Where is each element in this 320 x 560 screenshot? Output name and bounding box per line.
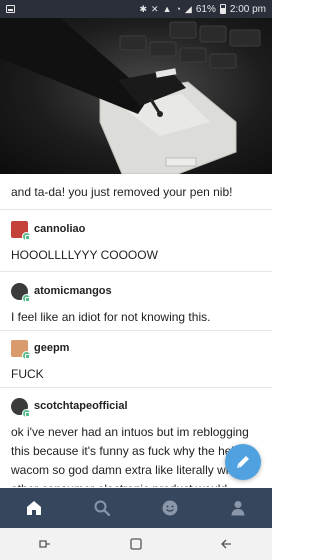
reblog-badge-icon bbox=[22, 408, 31, 418]
reblog-header[interactable]: geepm bbox=[0, 337, 272, 360]
signal-icon: ◢ bbox=[184, 3, 192, 14]
mute-icon: ✕ bbox=[151, 3, 159, 14]
avatar[interactable] bbox=[11, 282, 31, 303]
back-button[interactable] bbox=[207, 528, 247, 560]
nav-activity-button[interactable] bbox=[150, 488, 190, 528]
pencil-icon bbox=[237, 456, 249, 468]
divider bbox=[0, 387, 272, 388]
avatar[interactable] bbox=[11, 397, 31, 418]
reblog-item: atomicmangos I feel like an idiot for no… bbox=[0, 280, 272, 327]
system-nav bbox=[0, 528, 272, 560]
recent-apps-button[interactable] bbox=[25, 528, 65, 560]
back-icon bbox=[220, 539, 231, 549]
home-icon bbox=[27, 501, 41, 515]
lte-icon: ▲ bbox=[162, 3, 172, 14]
status-left bbox=[6, 5, 15, 13]
battery-percent: 61% bbox=[195, 3, 216, 15]
reblog-username[interactable]: scotchtapeofficial bbox=[34, 400, 128, 412]
reblog-item: cannoliao HOOOLLLLYYY COOOOW bbox=[0, 218, 272, 265]
gallery-notification-icon bbox=[6, 5, 15, 13]
wifi-icon: ◔ bbox=[175, 3, 181, 14]
reblog-item: geepm FUCK bbox=[0, 337, 272, 384]
system-home-button[interactable] bbox=[116, 528, 156, 560]
reblog-username[interactable]: geepm bbox=[34, 342, 69, 354]
search-icon bbox=[94, 500, 111, 517]
reblog-text: FUCK bbox=[11, 367, 44, 381]
home-square-icon bbox=[130, 538, 142, 550]
recent-apps-icon bbox=[39, 540, 51, 548]
status-right: ✱ ✕ ▲ ◔ ◢ 61% 2:00 pm bbox=[139, 4, 266, 15]
bluetooth-icon: ✱ bbox=[139, 3, 148, 14]
reblog-text: HOOOLLLLYYY COOOOW bbox=[11, 248, 158, 262]
avatar[interactable] bbox=[11, 339, 31, 360]
reblog-badge-icon bbox=[22, 293, 31, 303]
nav-home-button[interactable] bbox=[14, 488, 54, 528]
pen-tablet-photo bbox=[0, 18, 261, 174]
reblog-username[interactable]: cannoliao bbox=[34, 223, 85, 235]
reblog-username[interactable]: atomicmangos bbox=[34, 285, 112, 297]
avatar[interactable] bbox=[11, 220, 31, 241]
compose-button[interactable] bbox=[225, 444, 261, 480]
reblog-header[interactable]: cannoliao bbox=[0, 218, 272, 241]
reblog-badge-icon bbox=[22, 350, 31, 360]
reblog-header[interactable]: atomicmangos bbox=[0, 280, 272, 303]
smiley-icon bbox=[162, 500, 178, 516]
account-icon bbox=[231, 501, 245, 516]
post-caption: and ta-da! you just removed your pen nib… bbox=[11, 185, 233, 199]
divider bbox=[0, 209, 272, 210]
nav-search-button[interactable] bbox=[82, 488, 122, 528]
reblog-header[interactable]: scotchtapeofficial bbox=[0, 395, 272, 418]
reblog-badge-icon bbox=[22, 231, 31, 241]
divider bbox=[0, 330, 272, 331]
status-bar: ✱ ✕ ▲ ◔ ◢ 61% 2:00 pm bbox=[0, 0, 272, 18]
post-photo[interactable] bbox=[0, 18, 272, 174]
nav-account-button[interactable] bbox=[218, 488, 258, 528]
battery-icon bbox=[219, 4, 226, 14]
divider bbox=[0, 271, 272, 272]
reblog-text: I feel like an idiot for not knowing thi… bbox=[11, 310, 211, 324]
bottom-nav bbox=[0, 488, 272, 528]
clock: 2:00 pm bbox=[229, 3, 266, 15]
